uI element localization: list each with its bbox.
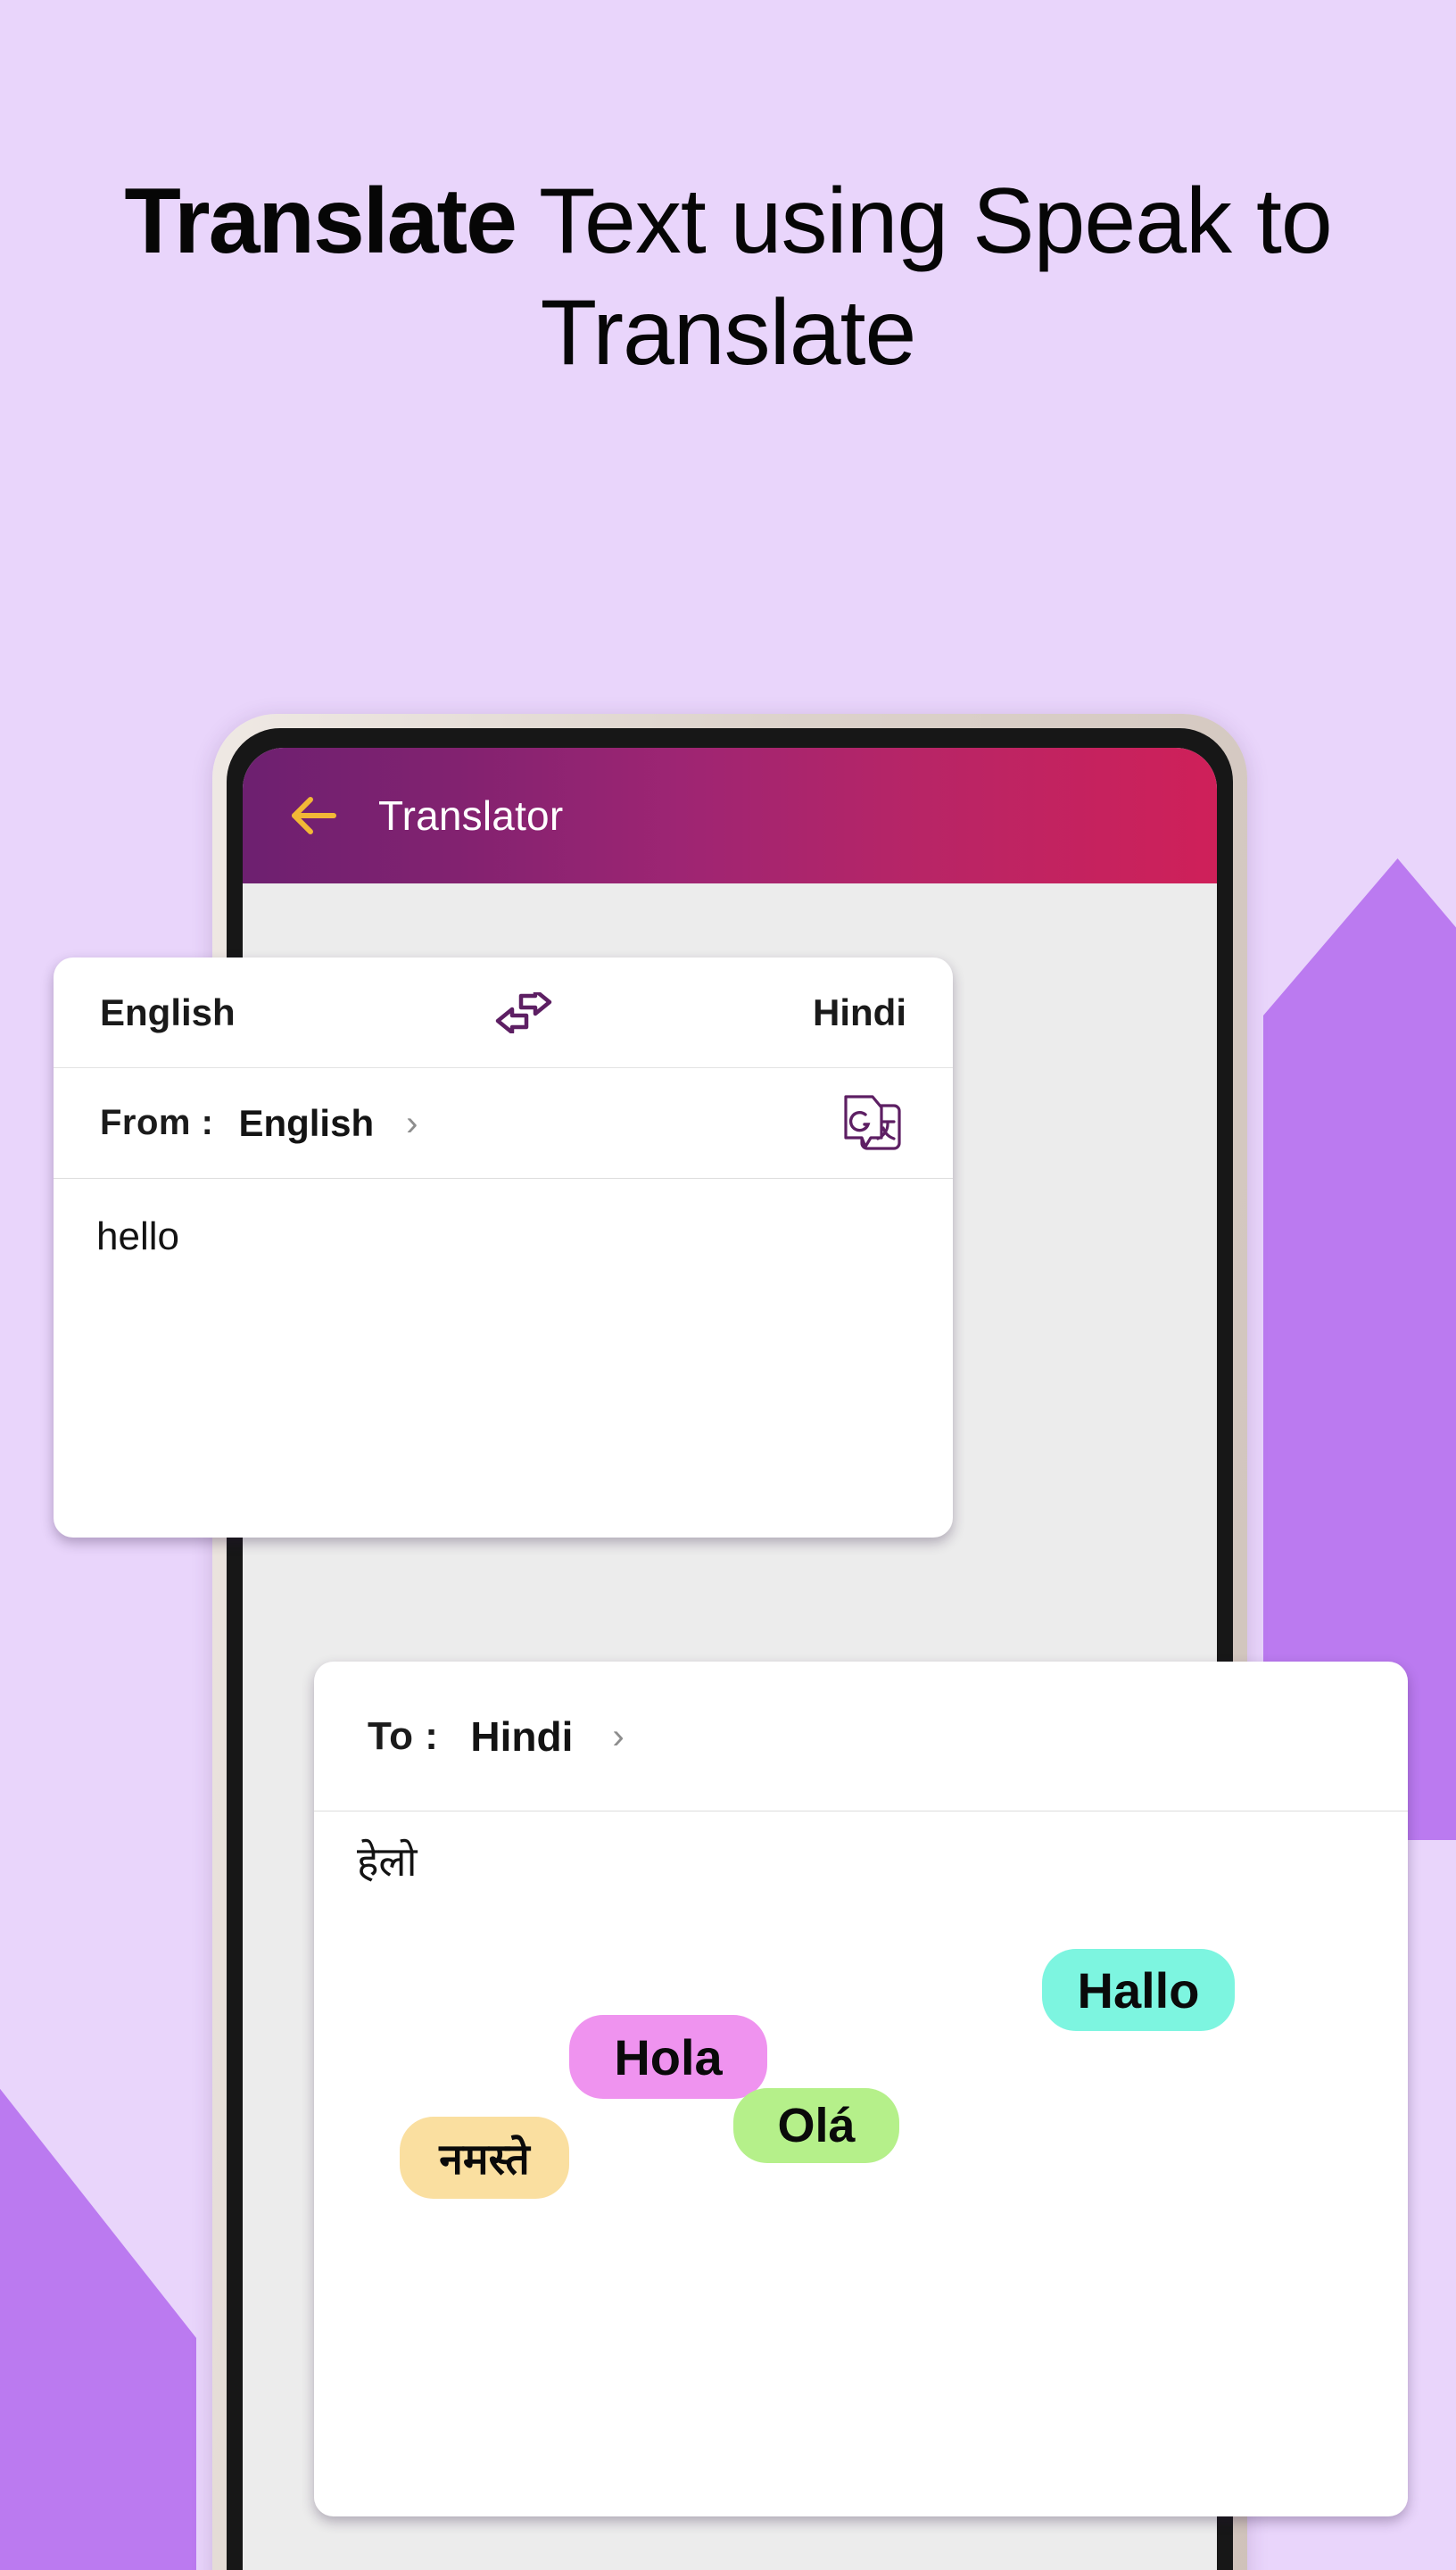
swap-horizontal-icon: [496, 991, 552, 1033]
to-label: To :: [368, 1713, 439, 1758]
page-title: Translate Text using Speak to Translate: [0, 166, 1456, 389]
page-title-rest: Text using Speak to Translate: [516, 170, 1333, 385]
from-value: English: [238, 1101, 375, 1144]
greeting-pill-hola: Hola: [569, 2015, 767, 2099]
purple-triangle-shape: [0, 2044, 196, 2570]
app-bar: Translator: [243, 748, 1217, 883]
greeting-pill-namaste: नमस्ते: [400, 2117, 569, 2199]
swap-languages-button[interactable]: [236, 991, 813, 1033]
translation-output-area: हेलो Hallo Hola Olá नमस्ते: [314, 1811, 1408, 2515]
from-language-selector[interactable]: From : English ›: [54, 1068, 953, 1179]
chevron-right-icon: ›: [612, 1716, 625, 1756]
from-label: From :: [100, 1103, 214, 1142]
source-text-input[interactable]: hello: [54, 1179, 953, 1295]
greeting-pill-hallo: Hallo: [1042, 1949, 1235, 2031]
to-language-selector[interactable]: To : Hindi ›: [314, 1662, 1408, 1811]
source-language-card: English Hindi From : English › hello: [54, 958, 953, 1538]
target-language-card: To : Hindi › हेलो Hallo Hola Olá नमस्ते: [314, 1662, 1408, 2516]
chevron-right-icon: ›: [406, 1103, 418, 1143]
language-pair-row: English Hindi: [54, 958, 953, 1068]
source-language-chip[interactable]: English: [100, 991, 236, 1034]
target-language-chip[interactable]: Hindi: [813, 991, 906, 1034]
page-title-strong: Translate: [124, 170, 517, 273]
back-arrow-icon[interactable]: [287, 794, 339, 837]
app-bar-title: Translator: [378, 792, 564, 839]
translated-text: हेलो: [357, 1837, 418, 1886]
google-translate-icon[interactable]: [839, 1091, 906, 1156]
greeting-pill-ola: Olá: [733, 2088, 899, 2163]
to-value: Hindi: [470, 1712, 574, 1760]
